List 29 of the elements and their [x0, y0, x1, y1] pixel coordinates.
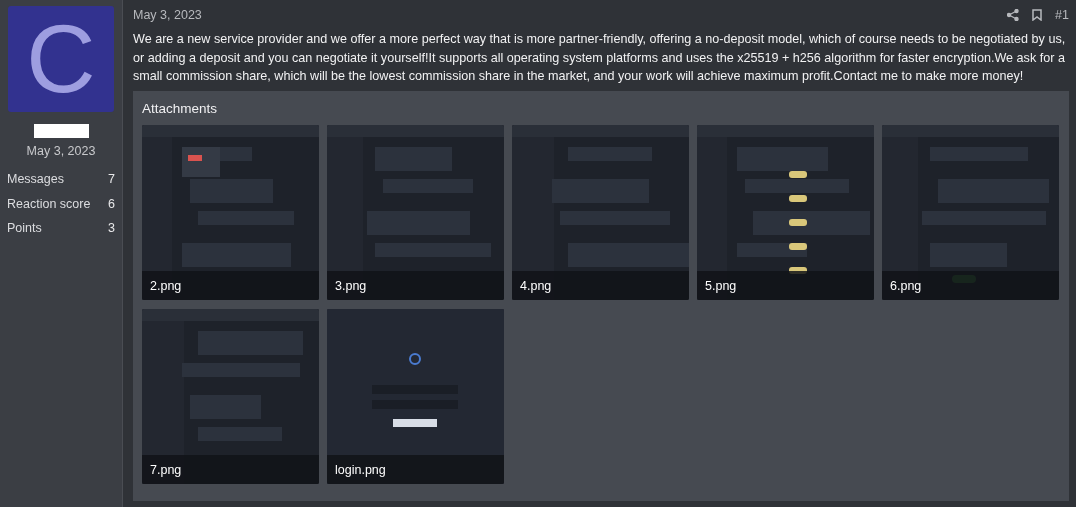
stat-label: Messages	[7, 170, 64, 188]
share-icon[interactable]	[1007, 9, 1020, 21]
attachment-thumbnail[interactable]: 4.png	[512, 124, 689, 300]
avatar[interactable]: C	[8, 6, 114, 112]
file-name: 6.png	[882, 270, 1059, 300]
join-date: May 3, 2023	[25, 143, 97, 160]
stat-label: Reaction score	[7, 195, 91, 213]
file-name: 4.png	[512, 270, 689, 300]
file-name: 2.png	[142, 270, 319, 300]
post-text: We are a new service provider and we offer a more perfect way that is more partner-friendly, offering a no-deposit model, which of course needs to be negotiated by us, or adding a deposit and you can negotiate it yourself!It supports all operating system platforms and uses the x25519 + h256 algorithm for faster encryption.We ask for a small commission share, which will be the lowest commission share in the market, and your work will achieve maximum profit.Contact me to make more money!	[133, 31, 1067, 85]
file-name: login.png	[327, 454, 504, 484]
post-date[interactable]: May 3, 2023	[133, 5, 202, 25]
attachment-thumbnail[interactable]: 3.png	[327, 124, 504, 300]
stat-value: 7	[108, 170, 115, 188]
file-name: 7.png	[142, 454, 319, 484]
redaction-bar	[33, 124, 89, 138]
stat-value: 6	[108, 195, 115, 213]
post-number[interactable]: #1	[1055, 5, 1069, 25]
attachments-heading: Attachments	[142, 99, 219, 118]
attachment-thumbnail[interactable]: 6.png	[882, 124, 1059, 300]
file-name: 3.png	[327, 270, 504, 300]
attachment-thumbnail[interactable]: 2.png	[142, 124, 319, 300]
stat-label: Points	[7, 220, 42, 238]
bookmark-icon[interactable]	[1032, 9, 1043, 21]
file-name: 5.png	[697, 270, 874, 300]
attachment-thumbnail[interactable]: 5.png	[697, 124, 874, 300]
attachment-thumbnail[interactable]: 7.png	[142, 308, 319, 484]
attachment-thumbnail[interactable]: login.png	[327, 308, 504, 484]
stat-value: 3	[108, 220, 115, 238]
